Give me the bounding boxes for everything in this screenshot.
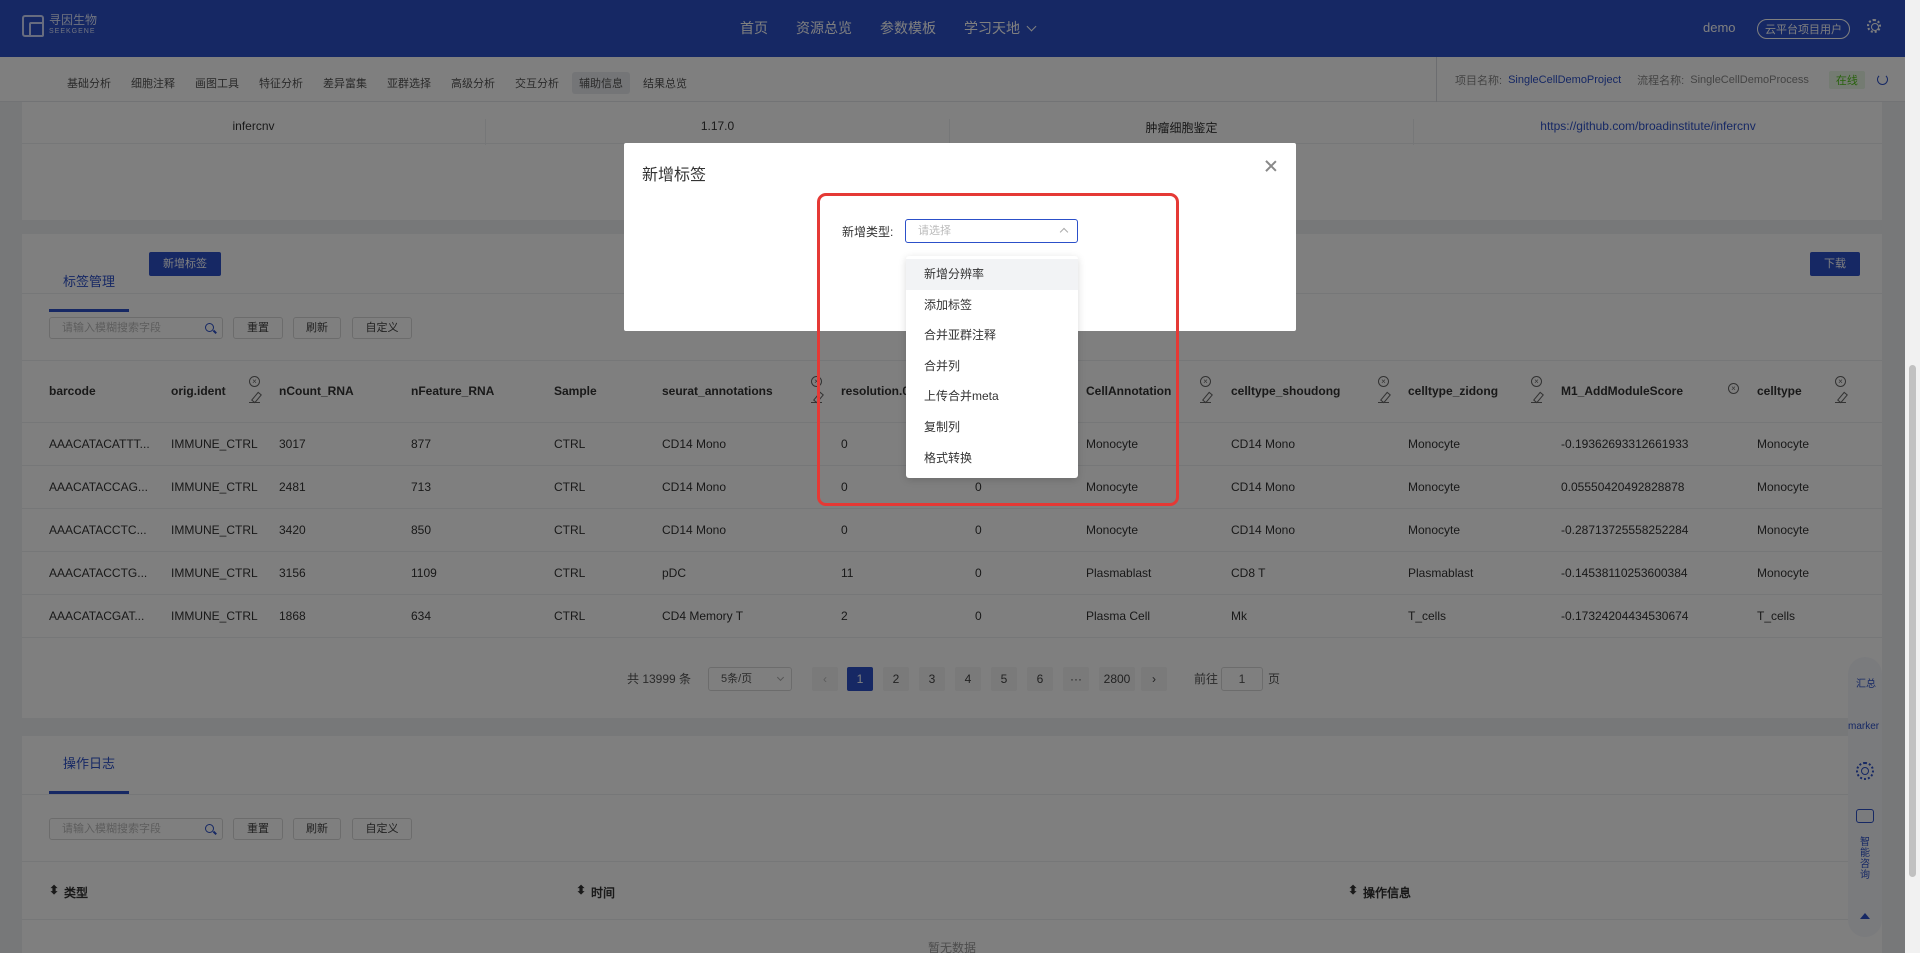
dialog-title: 新增标签: [642, 167, 707, 184]
close-icon[interactable]: [1264, 159, 1278, 173]
scrollbar-thumb[interactable]: [1909, 365, 1916, 877]
highlight-box: [817, 193, 1179, 506]
page-scrollbar[interactable]: [1905, 0, 1920, 953]
